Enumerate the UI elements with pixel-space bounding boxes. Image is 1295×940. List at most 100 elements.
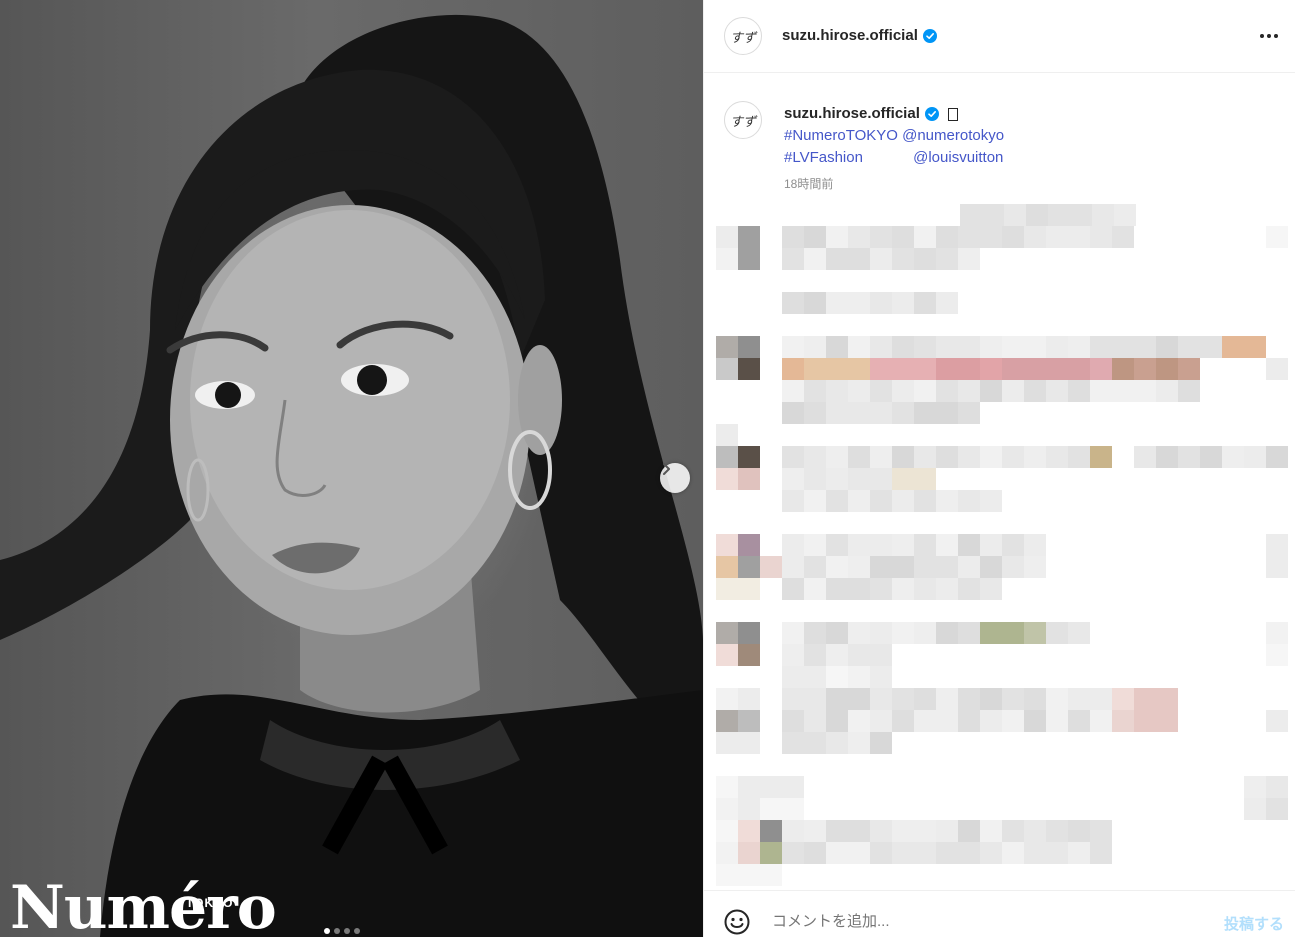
mosaic-pixel [804,578,826,600]
mosaic-pixel [716,864,738,886]
carousel-dot [334,928,340,934]
mosaic-pixel [826,446,848,468]
mosaic-pixel [826,644,848,666]
mosaic-pixel [1002,710,1024,732]
hashtag-link[interactable]: #NumeroTOKYO [784,127,898,144]
mosaic-pixel [738,578,760,600]
mosaic-pixel [980,556,1002,578]
mosaic-pixel [738,622,760,644]
mosaic-pixel [782,798,804,820]
mosaic-pixel [1112,380,1134,402]
mosaic-pixel [826,534,848,556]
avatar[interactable]: すず [724,17,762,55]
post-timestamp[interactable]: 18時間前 [784,175,833,192]
mosaic-pixel [716,226,738,248]
mosaic-pixel [892,358,914,380]
more-options-button[interactable] [1258,28,1280,49]
hashtag-link[interactable]: #LVFashion [784,149,863,166]
mosaic-pixel [914,468,936,490]
mosaic-pixel [958,820,980,842]
mosaic-pixel [892,292,914,314]
mosaic-pixel [1112,688,1134,710]
mosaic-pixel [1090,820,1112,842]
mosaic-pixel [958,534,980,556]
mosaic-pixel [1024,688,1046,710]
mosaic-pixel [782,402,804,424]
post-comment-button[interactable]: 投稿する [1224,913,1284,934]
mosaic-pixel [892,710,914,732]
mosaic-pixel [1002,842,1024,864]
mosaic-pixel [1090,688,1112,710]
mosaic-pixel [826,358,848,380]
mosaic-pixel [826,688,848,710]
mosaic-pixel [848,842,870,864]
avatar-signature: すず [729,114,756,130]
mosaic-pixel [1002,380,1024,402]
mosaic-pixel [1068,358,1090,380]
caption-username[interactable]: suzu.hirose.official [784,103,920,125]
mention-link[interactable]: @louisvuitton [913,149,1003,166]
mention-link[interactable]: @numerotokyo [902,127,1004,144]
mosaic-pixel [892,578,914,600]
mosaic-pixel [1266,446,1288,468]
mosaic-pixel [914,534,936,556]
emoji-button[interactable] [724,909,750,940]
mosaic-pixel [716,248,738,270]
mosaic-pixel [1002,358,1024,380]
mosaic-pixel [804,710,826,732]
mosaic-pixel [870,732,892,754]
carousel-next-button[interactable] [660,463,690,493]
mosaic-pixel [958,710,980,732]
mosaic-pixel [870,292,892,314]
mosaic-pixel [892,820,914,842]
mosaic-pixel [738,864,760,886]
mosaic-pixel [826,820,848,842]
mosaic-pixel [1024,380,1046,402]
mosaic-pixel [958,226,980,248]
mosaic-pixel [870,248,892,270]
mosaic-pixel [1134,446,1156,468]
caption-avatar[interactable]: すず [724,101,762,139]
verified-badge-icon [924,107,939,121]
mosaic-pixel [914,556,936,578]
mosaic-pixel [1046,820,1068,842]
mosaic-pixel [716,732,738,754]
verified-badge-icon [922,28,937,43]
header-username-link[interactable]: suzu.hirose.official [782,27,937,44]
mosaic-pixel [1090,358,1112,380]
mosaic-pixel [782,578,804,600]
mosaic-pixel [716,622,738,644]
mosaic-pixel [804,556,826,578]
mosaic-pixel [958,248,980,270]
mosaic-pixel [1024,820,1046,842]
mosaic-pixel [782,380,804,402]
mosaic-pixel [738,468,760,490]
mosaic-pixel [804,402,826,424]
mosaic-pixel [1068,842,1090,864]
comment-input[interactable] [772,913,1172,930]
mosaic-pixel [848,710,870,732]
mosaic-pixel [848,732,870,754]
mosaic-pixel [1134,358,1156,380]
mosaic-pixel [738,358,760,380]
mosaic-pixel [1002,446,1024,468]
mosaic-pixel [936,446,958,468]
mosaic-pixel [870,688,892,710]
mosaic-pixel [1222,446,1244,468]
mosaic-pixel [1002,688,1024,710]
mosaic-pixel [848,226,870,248]
mosaic-pixel [848,336,870,358]
mosaic-pixel [980,534,1002,556]
mosaic-pixel [1156,336,1178,358]
mosaic-pixel [1266,622,1288,644]
mosaic-pixel [848,402,870,424]
mosaic-pixel [826,622,848,644]
mosaic-pixel [914,248,936,270]
mosaic-pixel [804,292,826,314]
mosaic-pixel [738,248,760,270]
mosaic-pixel [716,842,738,864]
mosaic-pixel [1156,358,1178,380]
mosaic-pixel [804,446,826,468]
carousel-dot [354,928,360,934]
chevron-right-icon [663,463,670,475]
